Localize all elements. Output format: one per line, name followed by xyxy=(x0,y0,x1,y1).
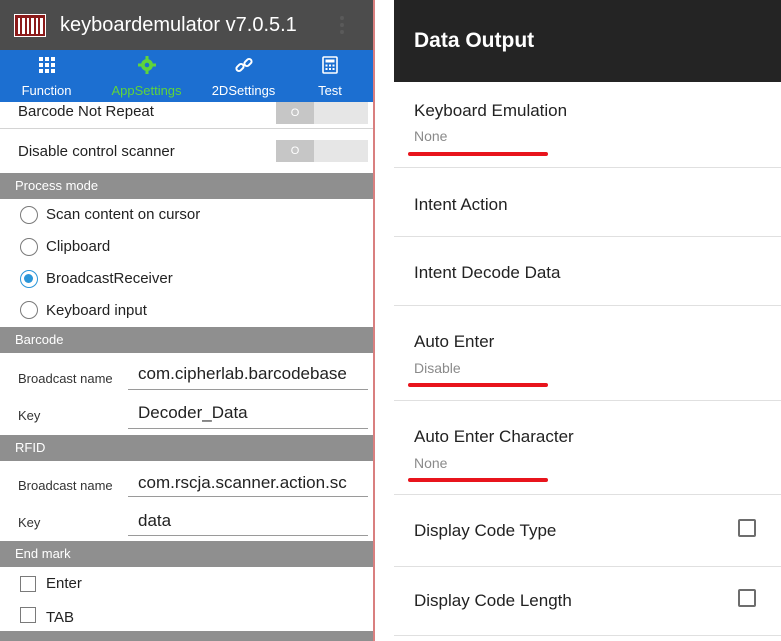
pref-summary: Disable xyxy=(414,360,461,376)
process-mode-header: Process mode xyxy=(0,173,373,199)
tab-test[interactable]: Test xyxy=(287,50,373,102)
barcode-key-label: Key xyxy=(18,408,41,423)
pref-title: Keyboard Emulation xyxy=(414,101,568,120)
pref-intent-action[interactable]: Intent Action xyxy=(394,168,781,236)
barcode-header: Barcode xyxy=(0,327,373,353)
data-output-screen: Data Output Keyboard Emulation None Inte… xyxy=(394,0,781,641)
radio-label: Scan content on cursor xyxy=(46,206,201,223)
radio-button[interactable] xyxy=(20,238,38,256)
tab-appsettings[interactable]: AppSettings xyxy=(93,50,200,102)
disable-control-scanner-toggle[interactable]: O xyxy=(276,140,368,162)
rfid-key-label: Key xyxy=(18,515,41,530)
toggle-knob: O xyxy=(276,102,314,124)
barcode-not-repeat-label: Barcode Not Repeat xyxy=(18,103,154,120)
pref-title: Intent Action xyxy=(414,195,508,214)
radio-button[interactable] xyxy=(20,301,38,319)
data-output-header: Data Output xyxy=(394,0,781,82)
toggle-knob: O xyxy=(276,140,314,162)
rfid-key-input[interactable]: data xyxy=(138,511,367,531)
rfid-broadcast-name-label: Broadcast name xyxy=(18,478,113,493)
barcode-key-input[interactable]: Decoder_Data xyxy=(138,403,368,423)
bottom-section-strip xyxy=(0,631,373,641)
display-code-length-checkbox[interactable] xyxy=(738,589,756,607)
pref-display-code-type[interactable]: Display Code Type xyxy=(394,495,781,566)
radio-label: Keyboard input xyxy=(46,302,147,319)
tab-bar: Function AppSettings 2DSettings Test xyxy=(0,50,373,102)
radio-broadcastreceiver[interactable]: BroadcastReceiver xyxy=(0,263,373,295)
checkbox-tab-row[interactable]: TAB xyxy=(0,599,373,630)
input-underline xyxy=(128,389,368,390)
keyboard-emulator-screen: keyboardemulator v7.0.5.1 Function AppSe… xyxy=(0,0,375,641)
tab-label: Test xyxy=(318,83,342,98)
checkbox-label: Enter xyxy=(46,575,82,592)
screenshot-root: keyboardemulator v7.0.5.1 Function AppSe… xyxy=(0,0,781,641)
red-underline-annotation xyxy=(408,383,548,387)
radio-label: BroadcastReceiver xyxy=(46,270,173,287)
pref-display-code-length[interactable]: Display Code Length xyxy=(394,567,781,635)
display-code-type-checkbox[interactable] xyxy=(738,519,756,537)
tab-label: AppSettings xyxy=(111,83,182,98)
radio-button[interactable] xyxy=(20,206,38,224)
pref-title: Auto Enter xyxy=(414,332,495,351)
radio-keyboard-input[interactable]: Keyboard input xyxy=(0,295,373,326)
rfid-broadcast-name-input[interactable]: com.rscja.scanner.action.sc xyxy=(138,473,367,493)
pref-summary: None xyxy=(414,455,448,471)
input-underline xyxy=(128,428,368,429)
pref-summary: None xyxy=(414,128,448,144)
rfid-header: RFID xyxy=(0,435,373,461)
pref-title: Display Code Type xyxy=(414,521,557,540)
pref-title: Intent Decode Data xyxy=(414,263,561,282)
barcode-not-repeat-toggle[interactable]: O xyxy=(276,102,368,124)
tab-label: Function xyxy=(21,83,72,98)
checkbox[interactable] xyxy=(20,607,36,623)
radio-button-selected[interactable] xyxy=(20,270,38,288)
pref-title: Auto Enter Character xyxy=(414,427,574,446)
input-underline xyxy=(128,496,368,497)
pref-title: Display Code Length xyxy=(414,591,572,610)
input-underline xyxy=(128,535,368,536)
red-underline-annotation xyxy=(408,478,548,482)
link-icon xyxy=(234,57,253,73)
divider xyxy=(394,635,781,636)
page-title: Data Output xyxy=(414,29,535,52)
disable-control-scanner-label: Disable control scanner xyxy=(18,143,175,160)
pref-auto-enter[interactable]: Auto Enter Disable xyxy=(394,306,781,400)
checkbox[interactable] xyxy=(20,576,36,592)
pref-intent-decode-data[interactable]: Intent Decode Data xyxy=(394,237,781,305)
radio-clipboard[interactable]: Clipboard xyxy=(0,231,373,263)
overflow-menu-icon[interactable] xyxy=(339,14,345,38)
disable-control-scanner-row[interactable]: Disable control scanner O xyxy=(0,129,373,173)
end-mark-header: End mark xyxy=(0,541,373,567)
barcode-broadcast-name-label: Broadcast name xyxy=(18,371,113,386)
tab-function[interactable]: Function xyxy=(0,50,93,102)
barcode-app-icon xyxy=(14,14,46,37)
barcode-broadcast-name-input[interactable]: com.cipherlab.barcodebase xyxy=(138,364,368,384)
checkbox-label: TAB xyxy=(46,609,75,626)
tab-2dsettings[interactable]: 2DSettings xyxy=(200,50,287,102)
pref-auto-enter-character[interactable]: Auto Enter Character None xyxy=(394,401,781,494)
app-titlebar: keyboardemulator v7.0.5.1 xyxy=(0,0,373,50)
pref-keyboard-emulation[interactable]: Keyboard Emulation None xyxy=(394,82,781,166)
barcode-not-repeat-row[interactable]: Barcode Not Repeat O xyxy=(0,102,373,128)
radio-label: Clipboard xyxy=(46,238,111,255)
red-underline-annotation xyxy=(408,152,548,156)
radio-scan-content-on-cursor[interactable]: Scan content on cursor xyxy=(0,199,373,231)
tab-label: 2DSettings xyxy=(211,83,276,98)
calculator-icon xyxy=(322,56,338,74)
checkbox-enter-row[interactable]: Enter xyxy=(0,568,373,599)
grid-icon xyxy=(38,57,55,73)
app-title: keyboardemulator v7.0.5.1 xyxy=(60,14,297,36)
gear-icon xyxy=(137,56,156,74)
